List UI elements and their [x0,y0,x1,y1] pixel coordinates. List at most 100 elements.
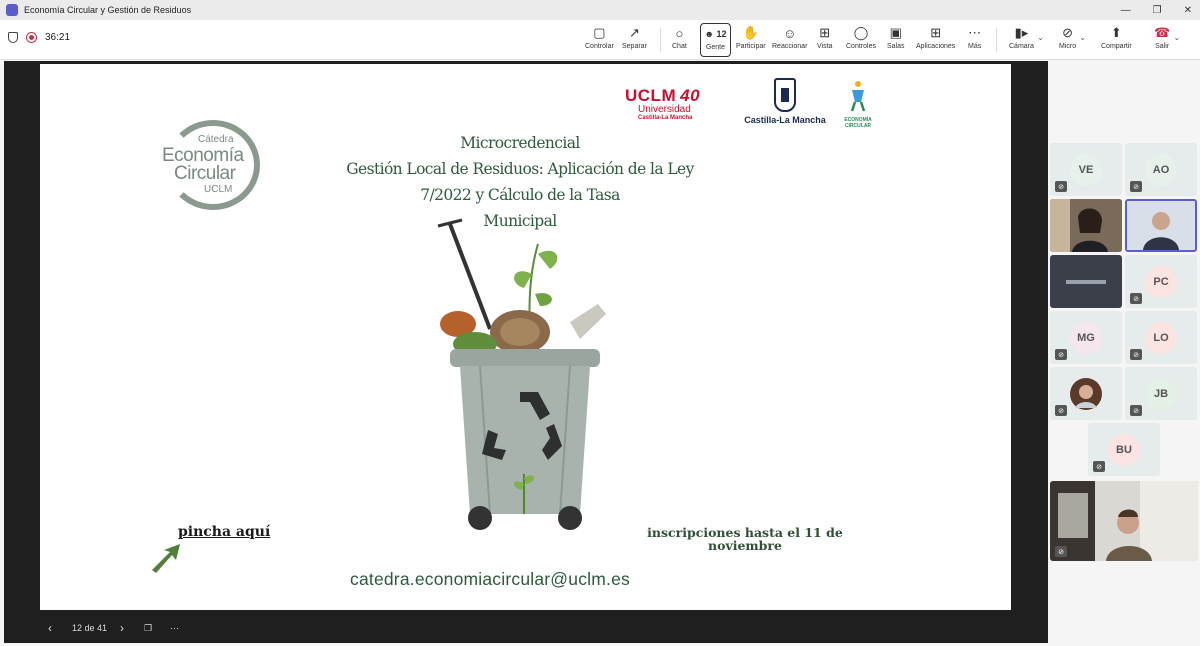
contact-email: catedra.economiacircular@uclm.es [350,569,630,589]
economia-circular-logo: ECONOMÍA CIRCULAR [838,80,878,130]
participant-tile-ve[interactable]: VE ⊘ [1050,143,1122,196]
chevron-down-icon[interactable]: ⌄ [1037,33,1044,42]
gente-button[interactable]: ☻ 12 Gente [700,23,731,57]
participant-video-large[interactable]: ⊘ [1050,481,1198,561]
grid-view-icon: ⊞ [819,25,831,40]
hang-up-icon: ☎ [1154,25,1171,40]
participant-video-woman[interactable] [1050,199,1122,252]
salir-button[interactable]: ☎ Salir ⌄ [1154,23,1180,57]
slide-thumbnails-icon[interactable]: ❐ [144,623,152,634]
avatar: PC [1145,265,1177,298]
participants-panel: VE ⊘ AO ⊘ PC ⊘ MG ⊘ LO ⊘ ⊘ JB ⊘ BU ⊘ ⊘ [1048,61,1200,646]
controls-icon: ◯ [853,25,869,40]
breakout-rooms-icon: ▣ [889,25,902,40]
pincha-aqui-link[interactable]: pincha aquí [178,524,270,540]
people-count: 12 [716,29,727,39]
compartir-button[interactable]: ⬆ Compartir [1101,23,1132,57]
slide-counter: 12 de 41 [72,623,108,633]
separar-button[interactable]: ↗ Separar [622,23,647,57]
participant-tile-jb[interactable]: JB ⊘ [1125,367,1197,420]
mic-off-icon: ⊘ [1093,461,1105,472]
reaccionar-button[interactable]: ☺ Reaccionar [772,23,807,57]
smiley-icon: ☺ [783,25,797,41]
teams-app-icon [6,4,18,16]
mic-off-icon: ⊘ [1130,181,1142,192]
catedra-logo: Cátedra Economía Circular UCLM [158,120,260,210]
next-slide-button[interactable]: › [120,621,124,635]
controles-button[interactable]: ◯ Controles [846,23,876,57]
crest-icon [774,78,796,112]
previous-slide-button[interactable]: ‹ [48,621,52,635]
maximize-icon[interactable]: ❐ [1153,5,1162,16]
controlar-button[interactable]: ▢ Controlar [585,23,614,57]
chevron-down-icon[interactable]: ⌄ [1174,33,1181,42]
inscripciones-text: inscripciones hasta el 11 de noviembre [647,525,843,553]
avatar: AO [1145,153,1177,186]
salas-button[interactable]: ▣ Salas [887,23,905,57]
more-options-icon[interactable]: ⋯ [170,623,179,634]
mic-off-icon: ⊘ [1130,293,1142,304]
avatar [1070,377,1102,410]
micro-button[interactable]: ⊘ Micro ⌄ [1059,23,1086,57]
arrow-icon [152,544,180,573]
participant-tile-mg[interactable]: MG ⊘ [1050,311,1122,364]
shield-icon [8,32,18,43]
participant-screen-share-tile[interactable] [1050,255,1122,308]
participant-tile-pc[interactable]: PC ⊘ [1125,255,1197,308]
mic-off-icon: ⊘ [1130,405,1142,416]
mas-button[interactable]: ⋯ Más [968,23,981,57]
participant-tile-lo[interactable]: LO ⊘ [1125,311,1197,364]
close-icon[interactable]: ✕ [1184,5,1192,16]
castilla-la-mancha-logo: Castilla-La Mancha [740,78,830,130]
mic-off-icon: ⊘ [1055,405,1067,416]
aplicaciones-button[interactable]: ⊞ Aplicaciones [916,23,955,57]
participant-video-frame [1050,481,1198,561]
meeting-timer: 36:21 [45,32,71,43]
title-bar: Economía Circular y Gestión de Residuos … [0,0,1200,20]
chat-button[interactable]: ○ Chat [672,23,687,57]
pop-out-icon: ↗ [629,25,640,40]
chat-icon: ○ [675,25,684,41]
avatar: MG [1070,321,1102,354]
participar-button[interactable]: ✋ Participar [736,23,766,57]
camera-icon: ▮▸ [1014,25,1029,40]
eco-figure-icon [850,81,866,112]
meeting-toolbar: 36:21 ▢ Controlar ↗ Separar ○ Chat ☻ 12 … [0,20,1200,60]
add-apps-icon: ⊞ [930,25,942,40]
chevron-down-icon[interactable]: ⌄ [1079,33,1086,42]
vista-button[interactable]: ⊞ Vista [817,23,832,57]
raise-hand-icon: ✋ [742,25,759,40]
participant-video-frame [1127,201,1195,250]
mic-off-icon: ⊘ [1130,349,1142,360]
mic-off-icon: ⊘ [1055,181,1067,192]
avatar: BU [1108,433,1140,466]
minimize-icon[interactable]: — [1121,5,1131,16]
mic-off-icon: ⊘ [1055,349,1067,360]
camara-button[interactable]: ▮▸ Cámara ⌄ [1009,23,1044,57]
avatar: VE [1070,153,1102,186]
avatar: LO [1145,321,1177,354]
participant-tile-bu[interactable]: BU ⊘ [1088,423,1160,476]
divider [660,28,661,52]
avatar: JB [1145,377,1177,410]
people-icon: ☻ 12 [704,29,727,39]
participant-video-man[interactable] [1125,199,1197,252]
screen-thumbnail [1066,279,1106,284]
participant-tile-photo[interactable]: ⊘ [1050,367,1122,420]
presentation-slide: UCLM 40 Universidad Castilla-La Mancha Ca… [40,64,1011,610]
window-controls: — ❐ ✕ [1121,0,1192,20]
mic-off-icon: ⊘ [1062,25,1074,40]
participant-video-frame [1050,199,1122,252]
screen-control-icon: ▢ [593,25,606,40]
more-icon: ⋯ [968,25,982,40]
participant-tile-ao[interactable]: AO ⊘ [1125,143,1197,196]
mic-off-icon: ⊘ [1055,546,1067,557]
slide-controls: ‹ 12 de 41 › ❐ ⋯ [4,616,1048,640]
uclm-logo: UCLM 40 Universidad Castilla-La Mancha [625,86,701,121]
recycling-bin-illustration [437,218,606,530]
share-icon: ⬆ [1110,25,1122,40]
divider [996,28,997,52]
shared-content-stage: UCLM 40 Universidad Castilla-La Mancha Ca… [4,61,1048,643]
recording-icon [26,32,37,43]
meeting-status: 36:21 [8,32,70,43]
